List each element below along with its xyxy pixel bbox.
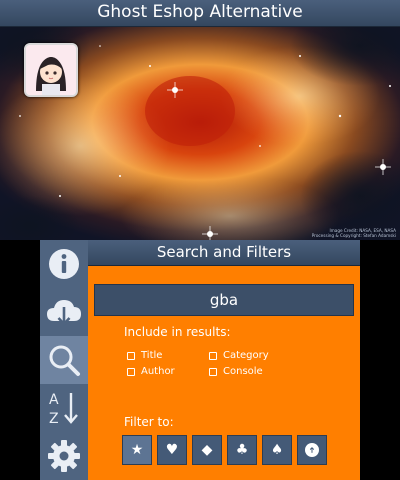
checkbox[interactable]	[127, 351, 135, 360]
checkbox-label: Author	[141, 366, 175, 377]
gear-icon	[48, 440, 80, 472]
avatar[interactable]	[24, 43, 78, 97]
sidebar-item-search[interactable]	[40, 336, 88, 384]
sort-az-icon: A Z	[49, 392, 78, 427]
checkbox-label: Category	[223, 350, 269, 361]
spade-icon: ♠	[270, 442, 284, 458]
search-icon	[49, 345, 80, 376]
search-input[interactable]: gba	[94, 284, 354, 316]
sidebar: A Z	[40, 240, 88, 480]
checkbox[interactable]	[209, 367, 217, 376]
filter-club-button[interactable]: ♣	[227, 435, 257, 465]
sidebar-item-download[interactable]	[40, 288, 88, 336]
diamond-icon: ◆	[201, 442, 213, 458]
app-title: Ghost Eshop Alternative	[0, 0, 400, 27]
checkbox-label: Console	[223, 366, 263, 377]
sidebar-item-sort[interactable]: A Z	[40, 384, 88, 432]
sidebar-item-settings[interactable]	[40, 432, 88, 480]
star-icon: ★	[130, 442, 144, 458]
filter-label: Filter to:	[124, 415, 174, 429]
heart-icon: ♥	[165, 442, 179, 458]
filter-diamond-button[interactable]: ◆	[192, 435, 222, 465]
info-icon	[49, 249, 79, 279]
cloud-download-icon	[47, 300, 81, 326]
avatar-image	[26, 45, 76, 95]
include-author-checkbox[interactable]: Author	[127, 366, 175, 377]
filter-star-button[interactable]: ★	[122, 435, 152, 465]
include-title-checkbox[interactable]: Title	[127, 350, 162, 361]
include-label: Include in results:	[124, 325, 231, 339]
top-screen: Ghost Eshop Alternative Image Credit: NA…	[0, 0, 400, 240]
filter-arrow-button[interactable]: ➜	[297, 435, 327, 465]
svg-text:Z: Z	[49, 411, 59, 427]
svg-text:A: A	[49, 392, 59, 408]
filter-heart-button[interactable]: ♥	[157, 435, 187, 465]
include-category-checkbox[interactable]: Category	[209, 350, 269, 361]
credit-line: Processing & Copyright: Stefan Adamski	[311, 233, 396, 238]
club-icon: ♣	[235, 442, 249, 458]
panel-title: Search and Filters	[88, 240, 360, 266]
filter-spade-button[interactable]: ♠	[262, 435, 292, 465]
arrow-circle-icon: ➜	[305, 443, 319, 457]
arrow-glyph: ➜	[306, 446, 316, 454]
checkbox-label: Title	[141, 350, 163, 361]
sidebar-item-info[interactable]	[40, 240, 88, 288]
checkbox[interactable]	[127, 367, 135, 376]
image-credit: Image Credit: NASA, ESA, NASA Processing…	[312, 228, 396, 238]
include-console-checkbox[interactable]: Console	[209, 366, 263, 377]
checkbox[interactable]	[209, 351, 217, 360]
